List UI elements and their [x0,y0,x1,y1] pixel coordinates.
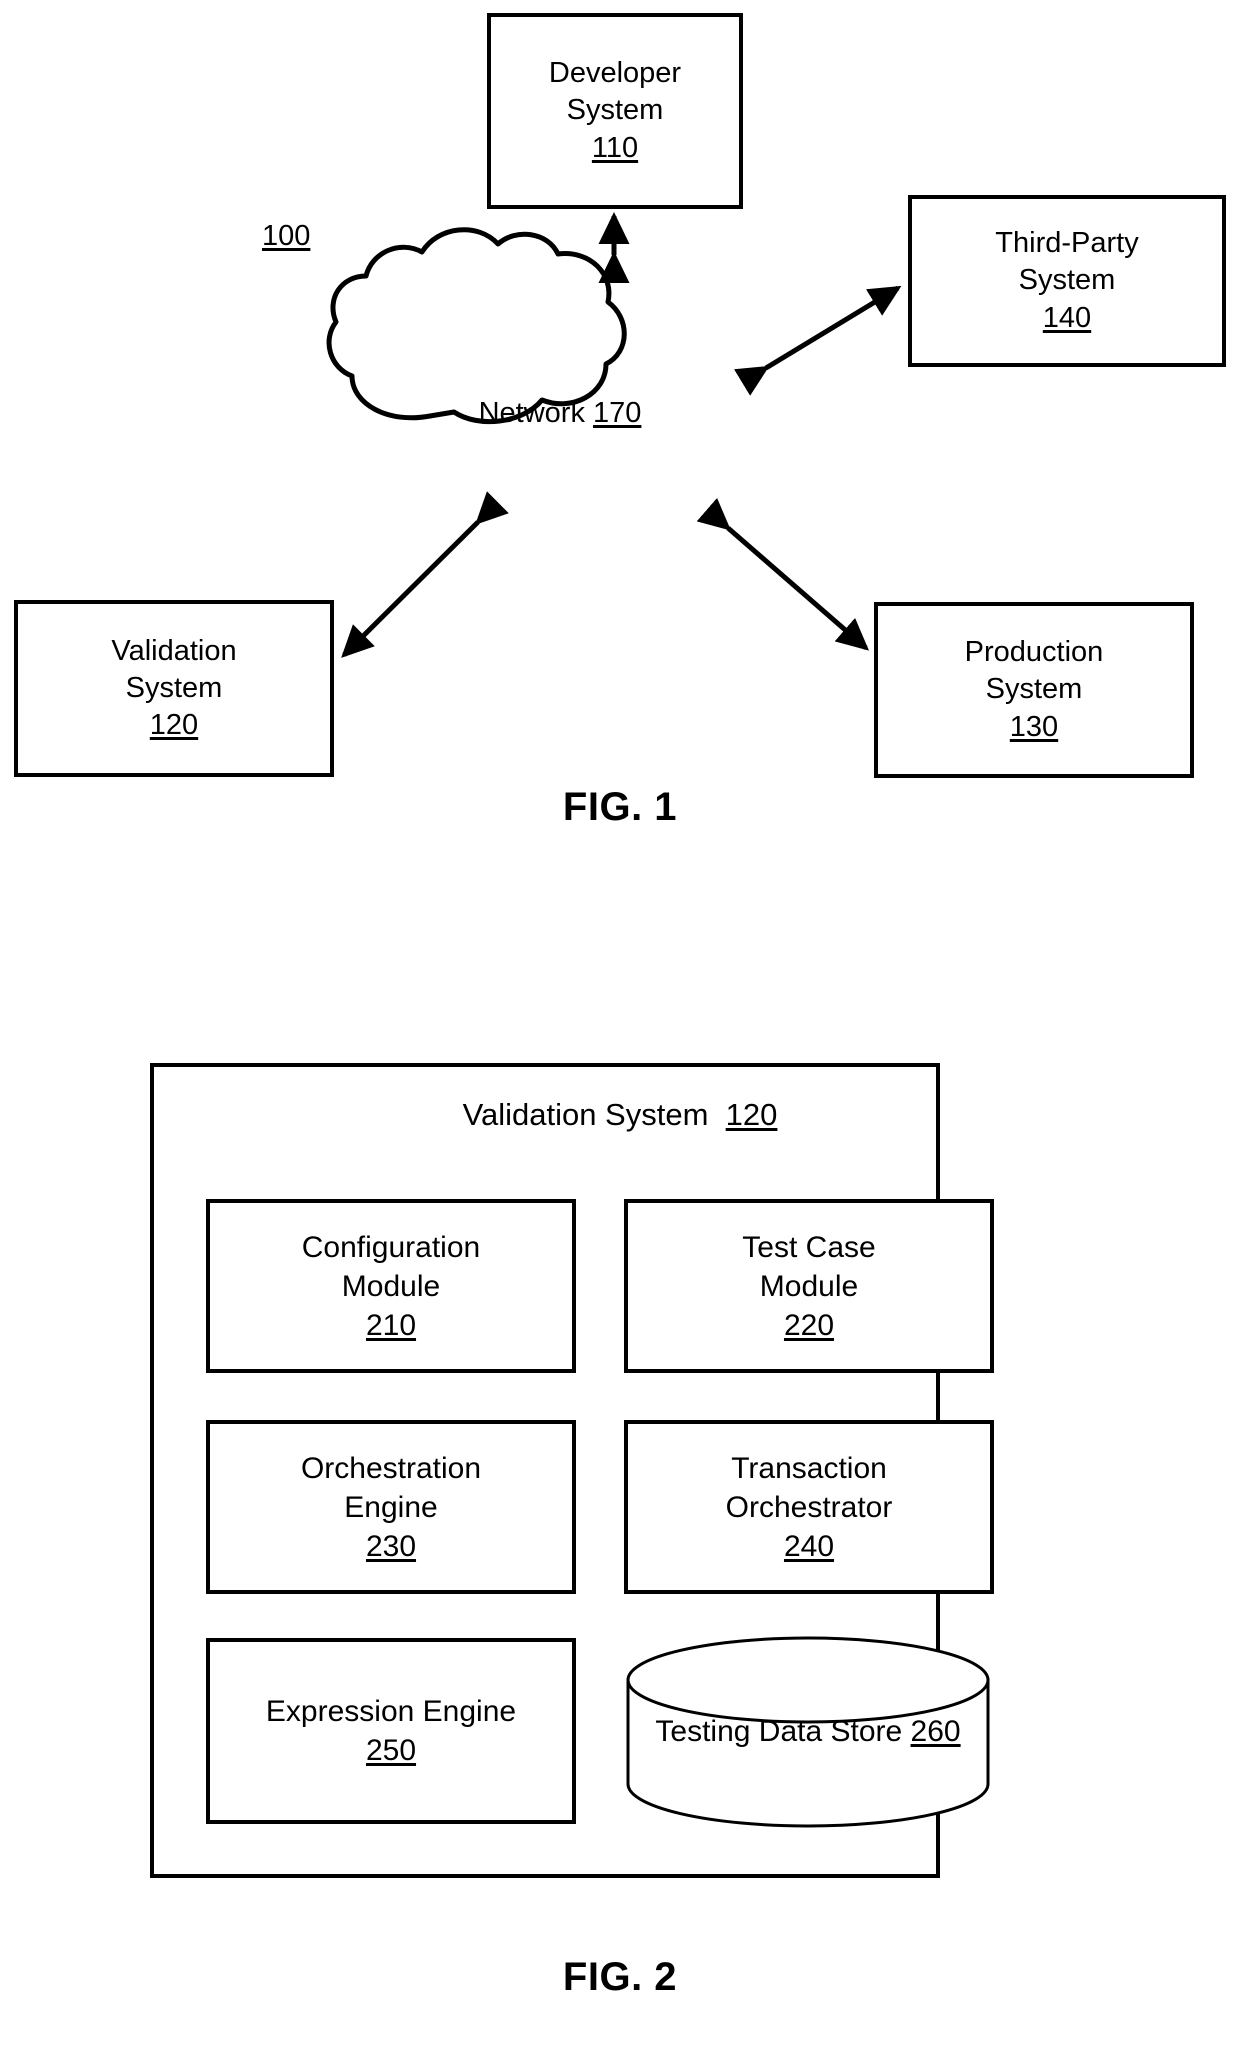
orchestration-engine-box: Orchestration Engine 230 [206,1420,576,1594]
testing-data-store-label: Testing Data Store 260 [622,1712,994,1751]
developer-system-title-line-2: System [566,94,664,127]
developer-system-title-line-1: Developer [548,57,682,90]
figure2-caption: FIG. 2 [562,1955,678,1999]
patent-figure-sheet: 100 Developer System 110 Third-Party Sys… [0,0,1240,2046]
production-system-reference: 130 [1009,710,1059,743]
configuration-module-title-line-2: Module [341,1269,441,1303]
network-cloud-label: Network 170 [470,395,650,433]
orchestration-engine-title-line-2: Engine [344,1490,438,1524]
test-case-module-reference: 220 [783,1308,835,1342]
network-reference: 170 [593,397,642,429]
validation-system-reference: 120 [149,709,199,742]
validation-system-container-title: Validation System 120 [0,1097,1240,1133]
transaction-orchestrator-title-line-2: Orchestrator [725,1490,893,1524]
edge-cloud-production [696,497,870,651]
network-cloud-shape [326,227,627,425]
transaction-orchestrator-box: Transaction Orchestrator 240 [624,1420,994,1594]
network-label-text: Network [478,397,585,429]
production-system-box: Production System 130 [874,602,1194,778]
production-system-title-line-1: Production [964,636,1104,669]
configuration-module-box: Configuration Module 210 [206,1199,576,1373]
testing-data-store-title: Testing Data Store [655,1715,903,1748]
third-party-system-title-line-1: Third-Party [995,227,1139,260]
test-case-module-title-line-1: Test Case [742,1230,876,1264]
transaction-orchestrator-title-line-1: Transaction [731,1451,887,1485]
testing-data-store-cylinder: Testing Data Store 260 [622,1634,994,1830]
test-case-module-title-line-2: Module [759,1269,859,1303]
validation-system-box: Validation System 120 [14,600,334,777]
test-case-module-box: Test Case Module 220 [624,1199,994,1373]
expression-engine-title-line-1: Expression Engine [265,1695,517,1728]
testing-data-store-reference: 260 [910,1715,961,1748]
third-party-system-box: Third-Party System 140 [908,195,1226,367]
validation-system-title-line-1: Validation [111,634,237,667]
orchestration-engine-reference: 230 [365,1529,417,1563]
figure1-system-reference: 100 [262,220,311,252]
transaction-orchestrator-reference: 240 [783,1529,835,1563]
developer-system-reference: 110 [591,131,639,164]
third-party-system-title-line-2: System [1018,264,1116,297]
developer-system-box: Developer System 110 [487,13,743,209]
third-party-system-reference: 140 [1042,301,1092,334]
expression-engine-box: Expression Engine 250 [206,1638,576,1824]
expression-engine-reference: 250 [365,1734,417,1767]
orchestration-engine-title-line-1: Orchestration [300,1451,482,1485]
figure1-caption: FIG. 1 [562,785,678,829]
validation-system-container-reference: 120 [725,1097,778,1132]
configuration-module-reference: 210 [365,1308,417,1342]
configuration-module-title-line-1: Configuration [301,1230,481,1264]
production-system-title-line-2: System [985,673,1083,706]
edge-cloud-validation [341,491,509,658]
edge-cloud-thirdparty [734,285,902,396]
validation-system-container-title-text: Validation System [462,1097,709,1132]
validation-system-title-line-2: System [125,671,223,704]
